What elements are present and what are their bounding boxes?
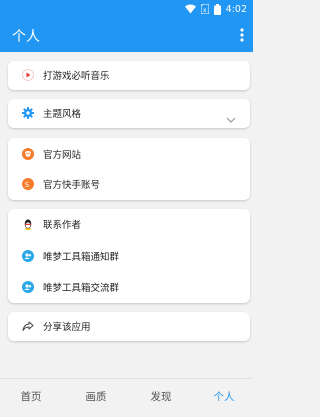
svg-text:S: S (25, 181, 30, 189)
app-bar: 个人 (0, 18, 253, 52)
theme-style-item[interactable]: 主题风格 (8, 99, 250, 127)
qq-icon (22, 218, 34, 230)
theme-style-label: 主题风格 (43, 109, 82, 120)
play-icon (22, 69, 34, 81)
kuaishou-icon: S (22, 178, 34, 190)
nav-profile[interactable]: 个人 (199, 389, 249, 404)
official-site-icon (22, 148, 34, 160)
svg-text:x: x (203, 7, 207, 14)
notify-group-item[interactable]: 唯梦工具箱通知群 (8, 242, 250, 270)
page-title: 个人 (12, 29, 40, 45)
wifi-icon (184, 4, 196, 14)
official-site-item[interactable]: 官方网站 (8, 140, 250, 168)
chevron-down-icon[interactable] (226, 109, 236, 128)
contact-card: 联系作者 唯梦工具箱通知群 唯梦工具箱交流群 (8, 209, 250, 303)
contact-author-label: 联系作者 (43, 220, 82, 231)
contact-author-item[interactable]: 联系作者 (8, 210, 250, 238)
share-card: 分享该应用 (8, 312, 250, 341)
chat-group-item[interactable]: 唯梦工具箱交流群 (8, 273, 250, 301)
more-options-icon[interactable] (237, 26, 247, 44)
share-icon (22, 320, 34, 332)
theme-card: 主题风格 (8, 99, 250, 128)
status-time: 4:02 (225, 3, 247, 15)
gear-icon (22, 107, 34, 119)
nav-quality[interactable]: 画质 (71, 389, 121, 404)
play-music-item[interactable]: 打游戏必听音乐 (8, 61, 250, 89)
group-icon (22, 281, 34, 293)
battery-icon (213, 3, 221, 15)
status-bar: x 4:02 (0, 0, 253, 18)
sim-icon: x (200, 4, 209, 14)
play-music-label: 打游戏必听音乐 (43, 71, 110, 82)
share-app-label: 分享该应用 (43, 322, 91, 333)
official-card: 官方网站 S 官方快手账号 (8, 138, 250, 200)
nav-discover[interactable]: 发现 (136, 389, 186, 404)
music-card: 打游戏必听音乐 (8, 61, 250, 90)
official-kuaishou-label: 官方快手账号 (43, 180, 101, 191)
group-icon (22, 250, 34, 262)
nav-home[interactable]: 首页 (6, 389, 56, 404)
notify-group-label: 唯梦工具箱通知群 (43, 252, 120, 263)
official-site-label: 官方网站 (43, 150, 82, 161)
official-kuaishou-item[interactable]: S 官方快手账号 (8, 170, 250, 198)
chat-group-label: 唯梦工具箱交流群 (43, 283, 120, 294)
share-app-item[interactable]: 分享该应用 (8, 312, 250, 340)
bottom-nav: 首页 画质 发现 个人 (0, 378, 253, 417)
